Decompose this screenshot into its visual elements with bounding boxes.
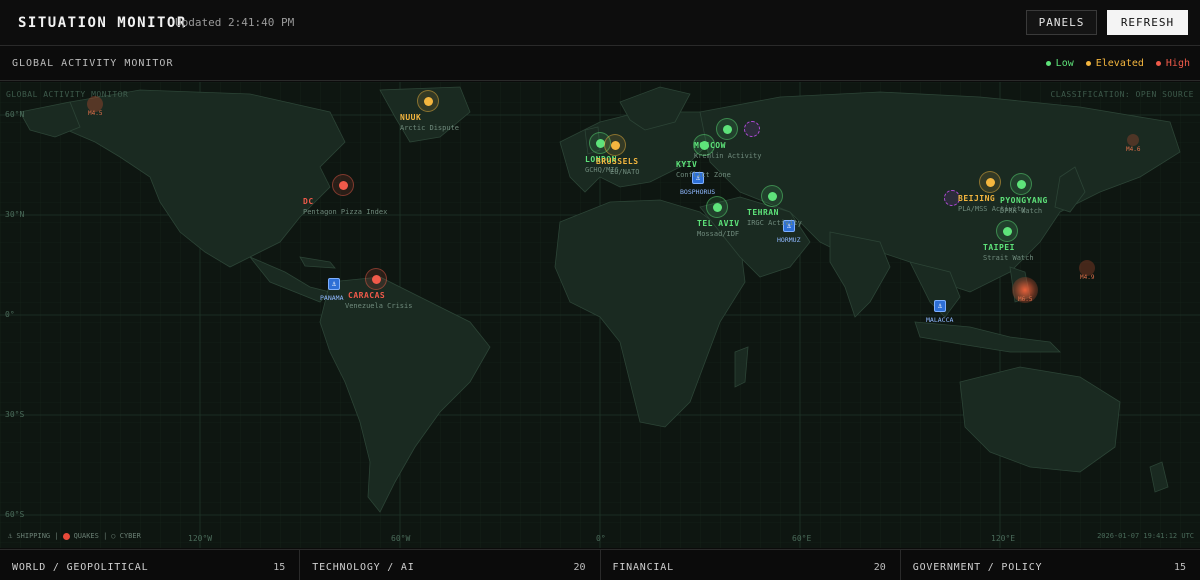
- hotspot-desc: DPRK Watch: [1000, 207, 1043, 215]
- tab-technology-ai[interactable]: TECHNOLOGY / AI 20: [300, 550, 601, 580]
- quakes-legend: QUAKES |: [73, 532, 108, 540]
- dot-icon: [1016, 179, 1026, 189]
- updated-timestamp: Updated 2:41:40 PM: [175, 16, 295, 29]
- dot-icon: [338, 180, 348, 190]
- shipping-label: PANAMA: [320, 294, 344, 302]
- lon-label: 60°E: [792, 534, 812, 543]
- tab-count: 15: [273, 562, 286, 573]
- tab-label: TECHNOLOGY / AI: [312, 562, 415, 573]
- quake-magnitude: M6.5: [1018, 296, 1033, 303]
- hotspot-name: PYONGYANG: [1000, 196, 1048, 205]
- world-map[interactable]: GLOBAL ACTIVITY MONITOR CLASSIFICATION: …: [0, 82, 1200, 548]
- panel-header: GLOBAL ACTIVITY MONITOR Low Elevated Hig…: [0, 47, 1200, 81]
- anchor-icon: ⚓: [328, 278, 340, 290]
- quake-magnitude: M4.5: [88, 110, 103, 117]
- threat-legend: Low Elevated High: [1045, 58, 1190, 69]
- tab-world-geopolitical[interactable]: WORLD / GEOPOLITICAL 15: [0, 550, 301, 580]
- lon-label: 60°W: [391, 534, 411, 543]
- dot-icon: [423, 96, 433, 106]
- dot-icon: [1002, 226, 1012, 236]
- panel-title: GLOBAL ACTIVITY MONITOR: [12, 58, 174, 69]
- lat-label: 60°S: [5, 510, 25, 519]
- hotspot-name: CARACAS: [348, 291, 386, 300]
- high-dot-icon: [1155, 61, 1161, 66]
- hotspot-name: TAIPEI: [983, 243, 1015, 252]
- dot-icon: [722, 124, 732, 134]
- legend-elevated: Elevated: [1085, 58, 1144, 69]
- dot-icon: [712, 202, 722, 212]
- tab-financial[interactable]: FINANCIAL 20: [601, 550, 901, 580]
- tab-count: 20: [573, 562, 586, 573]
- legend-label: Elevated: [1095, 58, 1144, 69]
- app-title: SITUATION MONITOR: [18, 15, 187, 31]
- map-layer-legend: ⚓ SHIPPING | QUAKES | ○ CYBER: [8, 532, 141, 540]
- tab-label: FINANCIAL: [612, 562, 674, 573]
- dot-icon: [699, 140, 709, 150]
- hotspot-name: KYIV: [676, 160, 698, 169]
- hotspot-desc: Strait Watch: [983, 254, 1034, 262]
- hotspot-name: NUUK: [400, 113, 422, 122]
- lat-label: 0°: [5, 310, 15, 319]
- top-bar: SITUATION MONITOR Updated 2:41:40 PM PAN…: [0, 0, 1200, 46]
- legend-label: Low: [1055, 58, 1074, 69]
- legend-label: High: [1165, 58, 1190, 69]
- tab-government-policy[interactable]: GOVERNMENT / POLICY 15: [901, 550, 1200, 580]
- tab-label: WORLD / GEOPOLITICAL: [12, 562, 149, 573]
- lat-label: 60°N: [5, 110, 25, 119]
- hotspot-name: TEHRAN: [747, 208, 779, 217]
- dot-icon: [610, 140, 620, 150]
- lon-label: 0°: [596, 534, 606, 543]
- hotspot-desc: Mossad/IDF: [697, 230, 740, 238]
- tab-count: 15: [1173, 562, 1186, 573]
- dot-icon: [371, 274, 381, 284]
- low-dot-icon: [1045, 61, 1051, 66]
- tab-label: GOVERNMENT / POLICY: [912, 562, 1043, 573]
- hotspot-desc: Arctic Dispute: [400, 124, 460, 132]
- map-corner-left: GLOBAL ACTIVITY MONITOR: [6, 90, 129, 99]
- lon-label: 120°E: [991, 534, 1016, 543]
- shipping-label: BOSPHORUS: [680, 188, 716, 196]
- cyber-icon[interactable]: [744, 121, 760, 137]
- dot-icon: [985, 177, 995, 187]
- panel-tabs: WORLD / GEOPOLITICAL 15 TECHNOLOGY / AI …: [0, 549, 1200, 580]
- tab-count: 20: [873, 562, 886, 573]
- hotspot-desc: IRGC Activity: [747, 219, 802, 227]
- dot-icon: [767, 191, 777, 201]
- hotspot-name: DC: [303, 197, 314, 206]
- lon-label: 120°W: [188, 534, 213, 543]
- utc-timestamp: 2026-01-07 19:41:12 UTC: [1097, 532, 1194, 540]
- lat-label: 30°S: [5, 410, 25, 419]
- shipping-label: MALACCA: [926, 316, 954, 324]
- quake-magnitude: M4.9: [1080, 274, 1095, 281]
- hotspot-desc: Venezuela Crisis: [345, 302, 413, 310]
- anchor-icon: ⚓: [934, 300, 946, 312]
- hotspot-desc: Conflict Zone: [676, 171, 731, 179]
- hotspot-desc: Pentagon Pizza Index: [303, 208, 388, 216]
- hotspot-desc: Kremlin Activity: [694, 152, 762, 160]
- shipping-legend: ⚓ SHIPPING |: [8, 532, 59, 540]
- quake-magnitude: M4.6: [1126, 146, 1141, 153]
- cyber-legend: ○ CYBER: [111, 532, 141, 540]
- panels-button[interactable]: PANELS: [1026, 10, 1097, 35]
- map-corner-right: CLASSIFICATION: OPEN SOURCE: [1050, 90, 1194, 99]
- quake-dot-icon: [62, 532, 70, 540]
- legend-low: Low: [1045, 58, 1074, 69]
- elevated-dot-icon: [1085, 61, 1091, 66]
- lat-label: 30°N: [5, 210, 25, 219]
- quake-icon: [1127, 134, 1139, 146]
- legend-high: High: [1155, 58, 1190, 69]
- refresh-button[interactable]: REFRESH: [1107, 10, 1188, 35]
